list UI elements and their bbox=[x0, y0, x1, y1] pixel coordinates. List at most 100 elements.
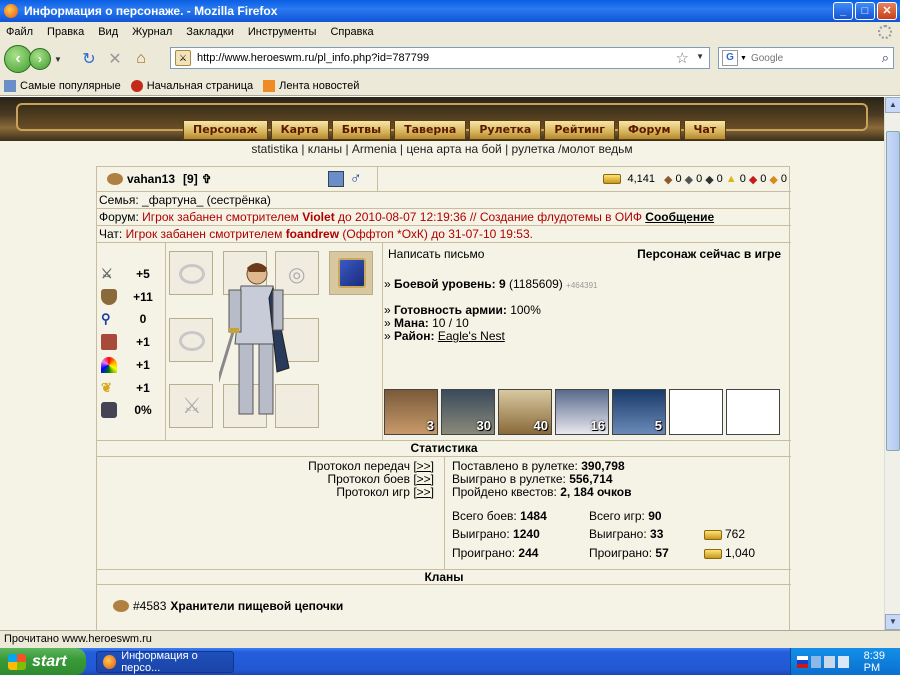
bookmark-news-feed[interactable]: Лента новостей bbox=[263, 79, 359, 92]
system-tray: 8:39 PM bbox=[790, 648, 900, 675]
menu-tools[interactable]: Инструменты bbox=[248, 26, 317, 38]
equip-slot-ring-2[interactable] bbox=[169, 318, 213, 362]
troop-slot[interactable]: 40 bbox=[498, 389, 552, 435]
gold-icon bbox=[704, 548, 722, 559]
character-main-row: ⚔ +5 +11 ⚲ 0 +1 +1 ❦ +1 0% ◎ ⚔ Написать … bbox=[97, 243, 791, 441]
search-icon[interactable]: ⌕ bbox=[882, 50, 889, 66]
initiative-icon bbox=[101, 402, 117, 418]
troop-slot-empty[interactable] bbox=[726, 389, 780, 435]
chat-moderator[interactable]: foandrew bbox=[286, 227, 339, 241]
game-nav-rating[interactable]: Рейтинг bbox=[544, 120, 616, 140]
forum-ban-reason: до 2010-08-07 12:19:36 // Создание флудо… bbox=[338, 210, 642, 224]
back-button[interactable]: ‹ bbox=[4, 45, 32, 73]
site-favicon-icon: ⚔ bbox=[175, 50, 191, 66]
game-nav-tavern[interactable]: Таверна bbox=[394, 120, 467, 140]
chat-ban-row: Чат: Игрок забанен смотрителем foandrew … bbox=[97, 226, 791, 243]
troop-slot[interactable]: 16 bbox=[555, 389, 609, 435]
menu-help[interactable]: Справка bbox=[330, 26, 373, 38]
start-button[interactable]: start bbox=[0, 648, 86, 675]
google-icon[interactable]: G bbox=[722, 50, 738, 66]
protocols-column: Протокол передач [>>] Протокол боев [>>]… bbox=[97, 457, 445, 569]
stat-attack: ⚔ +5 bbox=[101, 266, 150, 281]
bookmark-most-visited[interactable]: Самые популярные bbox=[4, 79, 121, 92]
write-letter-link[interactable]: Написать письмо bbox=[388, 247, 484, 261]
network-icon[interactable] bbox=[810, 655, 822, 668]
history-dropdown-icon[interactable]: ▼ bbox=[54, 55, 62, 64]
equip-slot-book[interactable] bbox=[329, 251, 373, 295]
equip-slot-weapon[interactable]: ⚔ bbox=[169, 384, 213, 428]
forum-label: Форум: bbox=[99, 210, 139, 224]
taskbar-firefox-window[interactable]: Информация о персо... bbox=[96, 650, 234, 674]
book-icon[interactable] bbox=[327, 171, 344, 187]
gold-amount: 4,141 bbox=[627, 173, 656, 185]
protocol-games-link[interactable]: [>>] bbox=[413, 485, 434, 499]
url-bar[interactable]: ⚔ http://www.heroeswm.ru/pl_info.php?id=… bbox=[170, 47, 710, 69]
troop-slot[interactable]: 5 bbox=[612, 389, 666, 435]
sulfur-icon: ▲ bbox=[725, 173, 737, 185]
mana-line: » Мана: 10 / 10 bbox=[384, 316, 469, 330]
game-navigation: Персонаж Карта Битвы Таверна Рулетка Рей… bbox=[183, 120, 727, 140]
game-nav-chat[interactable]: Чат bbox=[683, 120, 727, 140]
menu-edit[interactable]: Правка bbox=[47, 26, 84, 38]
forward-button[interactable]: › bbox=[29, 48, 51, 70]
battles-lost: Проиграно: 244 bbox=[452, 546, 539, 560]
forum-message-link[interactable]: Сообщение bbox=[645, 210, 714, 224]
menu-file[interactable]: Файл bbox=[6, 26, 33, 38]
game-nav-forum[interactable]: Форум bbox=[618, 120, 681, 140]
game-nav-character[interactable]: Персонаж bbox=[183, 120, 268, 140]
volume-icon[interactable] bbox=[824, 655, 835, 668]
male-gender-icon: ♂ bbox=[349, 170, 362, 187]
tray-app-icon[interactable] bbox=[837, 655, 849, 668]
firefox-icon bbox=[103, 655, 117, 669]
game-nav-roulette[interactable]: Рулетка bbox=[469, 120, 542, 140]
player-name[interactable]: vahan13 bbox=[127, 172, 175, 186]
player-header-row: vahan13 [9] ✞ ♂ 4,141 ◆ 0 ◆ 0 ◆ 0 ▲ 0 ◆ 0 ◆ 0 bbox=[97, 167, 791, 192]
luck-icon bbox=[101, 357, 117, 373]
troop-slot[interactable]: 3 bbox=[384, 389, 438, 435]
district-link[interactable]: Eagle's Nest bbox=[438, 329, 505, 343]
combat-level-line: » Боевой уровень: 9 (1185609) +464391 bbox=[384, 277, 598, 291]
home-icon[interactable]: ⌂ bbox=[128, 47, 154, 71]
protocol-transfers-link[interactable]: [>>] bbox=[413, 459, 434, 473]
bookmark-start-page[interactable]: Начальная страница bbox=[130, 79, 253, 92]
url-dropdown-icon[interactable]: ▼ bbox=[696, 52, 704, 61]
game-nav-battles[interactable]: Битвы bbox=[331, 120, 392, 140]
minimize-button[interactable]: _ bbox=[833, 2, 853, 20]
bookmark-star-icon[interactable]: ☆ bbox=[676, 49, 689, 67]
army-troops: 3 30 40 16 5 bbox=[384, 389, 780, 435]
search-input[interactable] bbox=[750, 52, 871, 64]
close-button[interactable]: ✕ bbox=[877, 2, 897, 20]
gold-icon bbox=[704, 529, 722, 540]
knight-character-image bbox=[219, 263, 290, 415]
sub-links[interactable]: statistika | кланы | Armenia | цена арта… bbox=[0, 142, 884, 156]
stat-initiative: 0% bbox=[101, 401, 163, 419]
scroll-down-icon[interactable]: ▼ bbox=[885, 614, 900, 630]
protocol-battles-link[interactable]: [>>] bbox=[413, 472, 434, 486]
menu-view[interactable]: Вид bbox=[98, 26, 118, 38]
throbber-icon bbox=[878, 25, 892, 39]
spellbook-icon bbox=[338, 258, 366, 288]
forum-moderator[interactable]: Violet bbox=[302, 210, 334, 224]
language-flag-icon[interactable] bbox=[797, 655, 808, 668]
menu-history[interactable]: Журнал bbox=[132, 26, 172, 38]
family-value: _фартуна_ (сестрёнка) bbox=[142, 193, 271, 207]
maximize-button[interactable]: □ bbox=[855, 2, 875, 20]
morale-icon: ❦ bbox=[101, 380, 112, 395]
stop-icon[interactable]: ✕ bbox=[102, 47, 128, 71]
vertical-scrollbar[interactable]: ▲ ▼ bbox=[884, 97, 900, 630]
search-engine-dropdown-icon[interactable]: ▼ bbox=[740, 55, 747, 62]
menu-bookmarks[interactable]: Закладки bbox=[186, 26, 234, 38]
search-bar[interactable]: G ▼ ⌕ bbox=[718, 47, 894, 69]
game-nav-map[interactable]: Карта bbox=[270, 120, 329, 140]
stat-morale: ❦ +1 bbox=[101, 380, 150, 395]
gold-won: 762 bbox=[704, 527, 745, 541]
navigation-toolbar: ‹ › ▼ ↻ ✕ ⌂ ⚔ http://www.heroeswm.ru/pl_… bbox=[0, 42, 900, 76]
troop-slot-empty[interactable] bbox=[669, 389, 723, 435]
troop-slot[interactable]: 30 bbox=[441, 389, 495, 435]
scroll-thumb[interactable] bbox=[886, 131, 900, 451]
reload-icon[interactable]: ↻ bbox=[76, 47, 102, 71]
scroll-up-icon[interactable]: ▲ bbox=[885, 97, 900, 113]
windows-logo-icon bbox=[8, 653, 26, 670]
equip-slot-ring[interactable] bbox=[169, 251, 213, 295]
clan-id-link[interactable]: #4583 bbox=[133, 599, 166, 613]
